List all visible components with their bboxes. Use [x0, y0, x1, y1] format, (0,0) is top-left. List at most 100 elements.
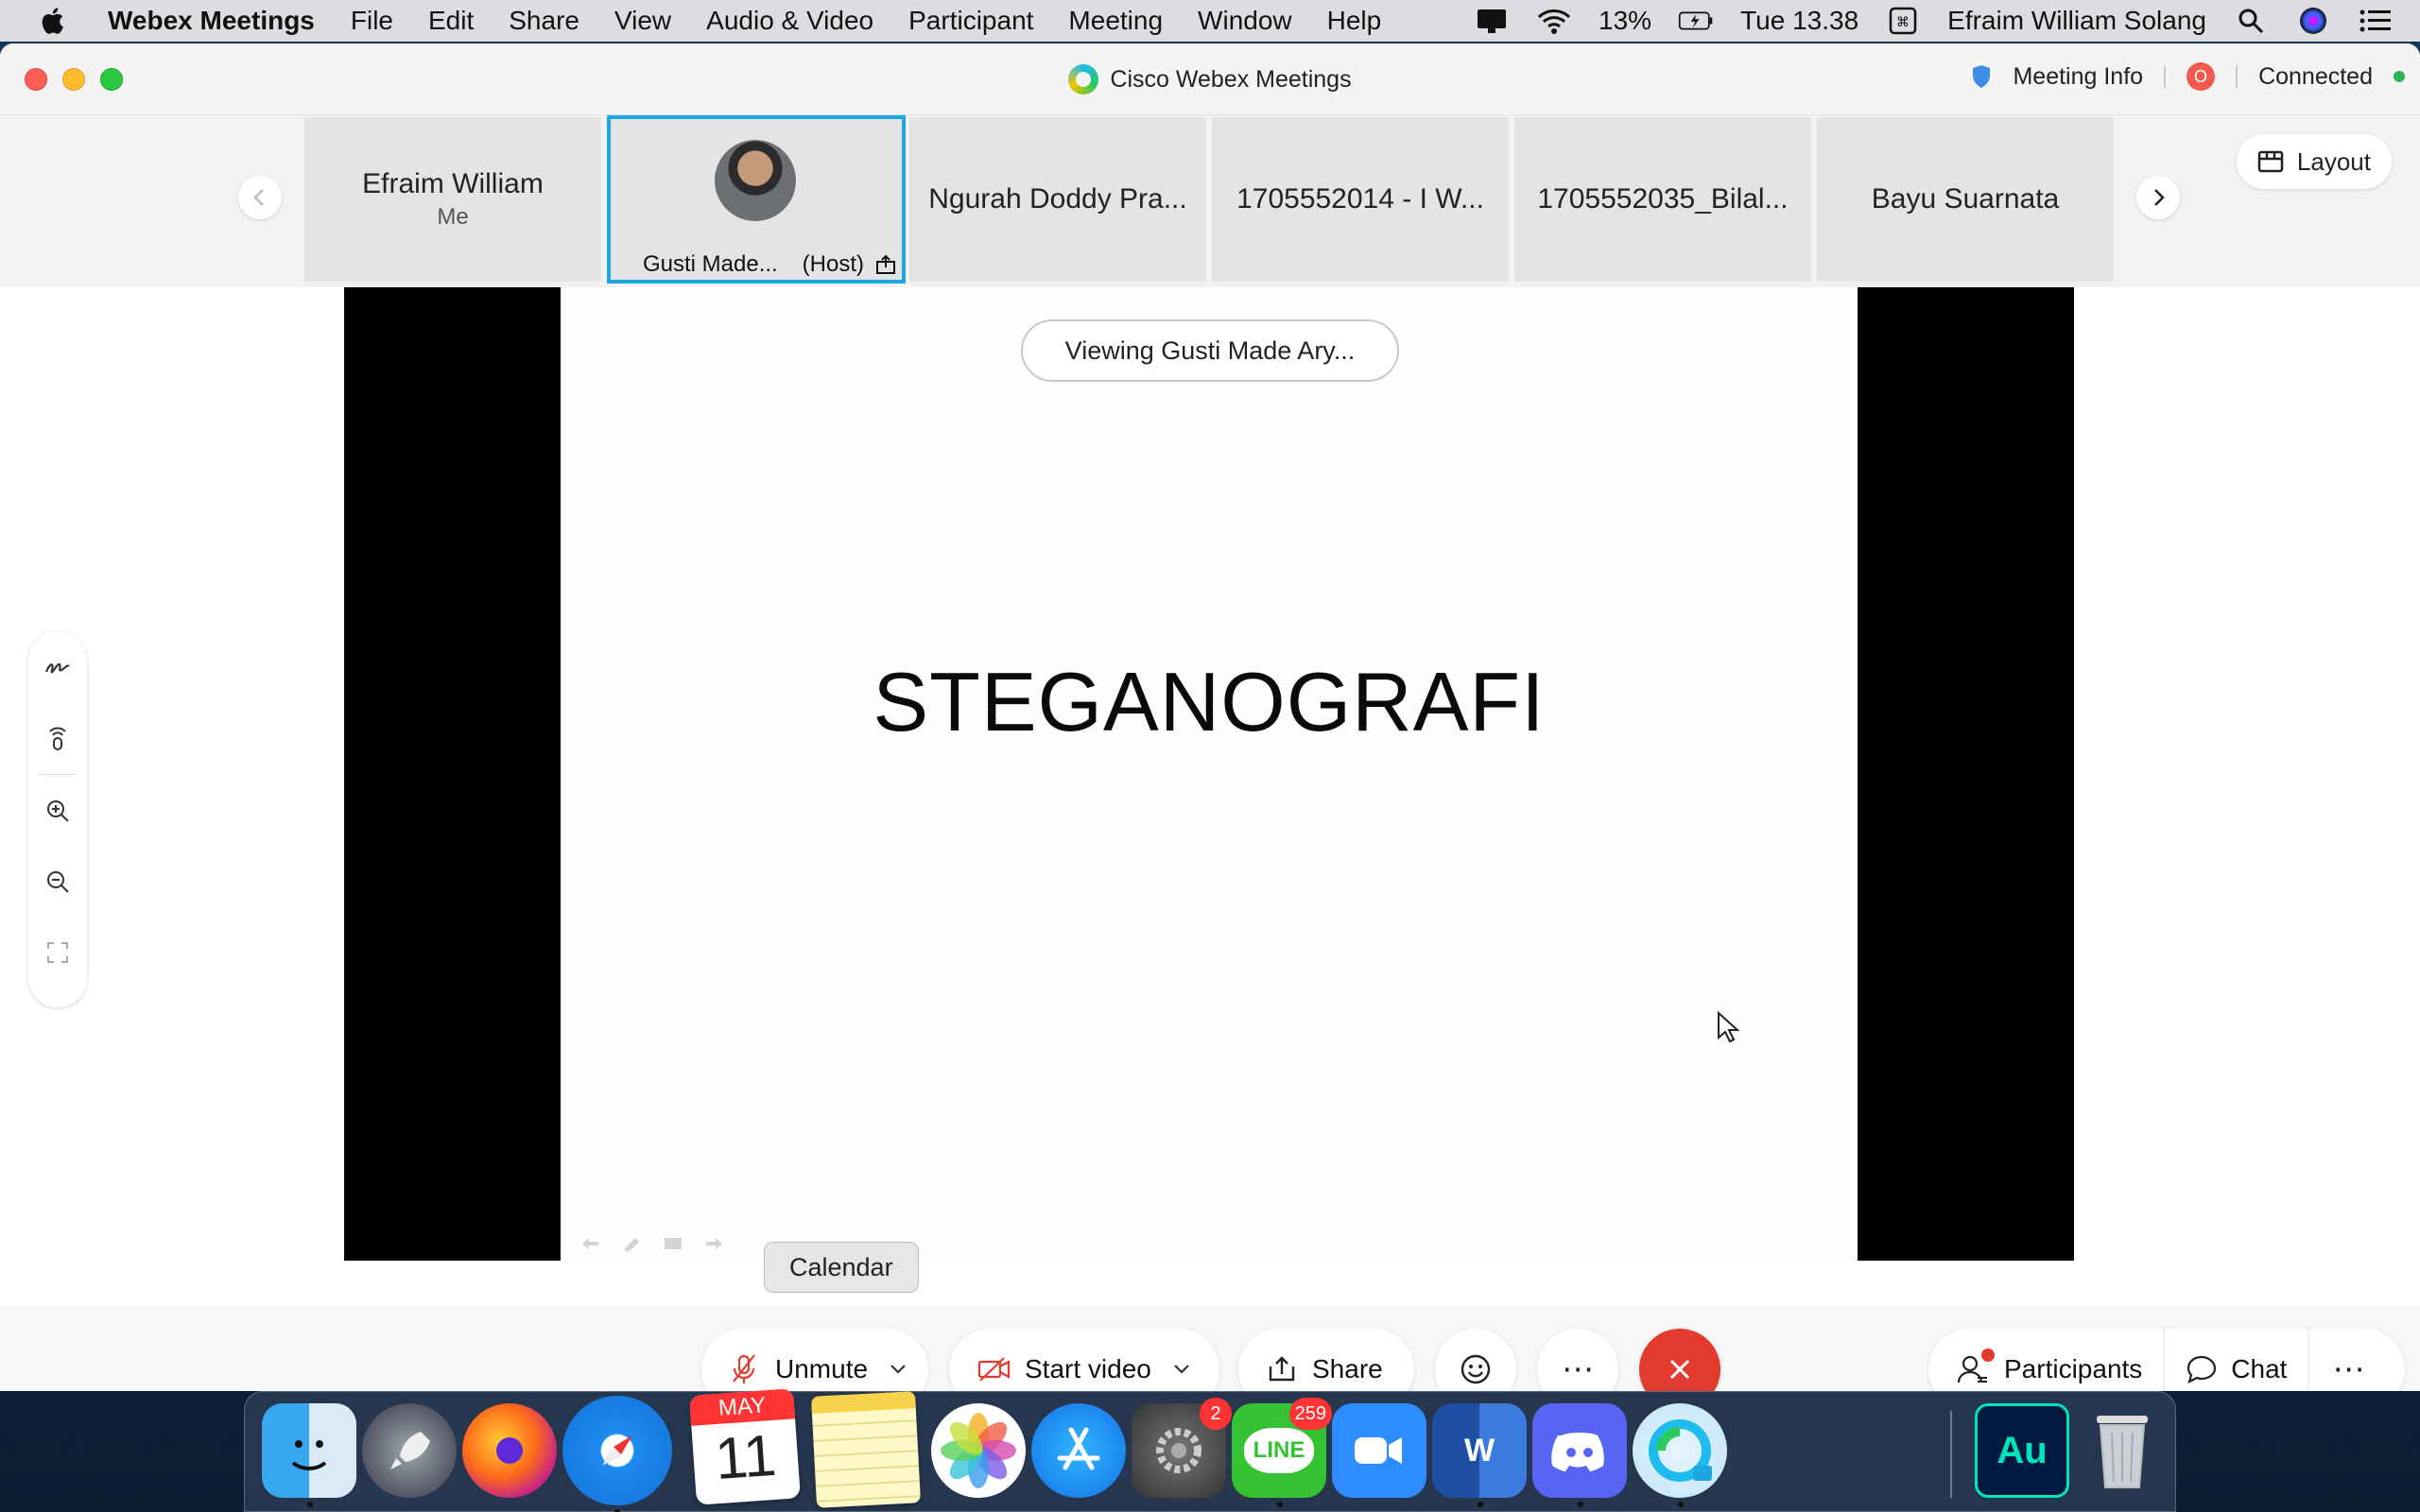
finder-icon[interactable]	[262, 1403, 356, 1507]
running-indicator	[307, 1502, 313, 1507]
annotate-button[interactable]	[39, 650, 77, 683]
app-store-icon[interactable]	[1031, 1403, 1126, 1498]
menu-participant[interactable]: Participant	[908, 6, 1033, 36]
menu-bar: Webex Meetings File Edit Share View Audi…	[0, 0, 2420, 42]
slide-next-icon[interactable]	[704, 1236, 725, 1251]
reactions-button[interactable]	[1435, 1329, 1516, 1391]
running-indicator	[1578, 1502, 1583, 1507]
smiley-icon	[1461, 1354, 1491, 1384]
menu-window[interactable]: Window	[1198, 6, 1292, 36]
pen-icon[interactable]	[621, 1236, 642, 1253]
shield-icon	[1973, 65, 1991, 88]
shared-screen: STEGANOGRAFI	[344, 287, 2074, 1261]
notes-icon[interactable]	[810, 1391, 922, 1508]
discord-icon[interactable]	[1532, 1403, 1627, 1507]
menu-view[interactable]: View	[614, 6, 671, 36]
chevron-down-icon[interactable]	[889, 1363, 908, 1376]
remote-control-button[interactable]	[39, 721, 77, 754]
recording-icon[interactable]: O	[2187, 62, 2216, 91]
notification-center-icon[interactable]	[2358, 7, 2394, 35]
participants-button[interactable]: Participants	[1928, 1329, 2166, 1391]
webex-dock-icon[interactable]	[1633, 1403, 1727, 1507]
separator	[2236, 65, 2238, 88]
chat-button[interactable]: Chat	[2165, 1329, 2310, 1391]
unmute-button[interactable]: Unmute	[701, 1329, 928, 1391]
participant-tile[interactable]: Bayu Suarnata	[1817, 117, 2114, 282]
keyboard-shortcut-icon[interactable]: ⌘	[1885, 7, 1921, 35]
participant-tile[interactable]: 1705552035_Bilal...	[1514, 117, 1811, 282]
chevron-right-icon	[2154, 189, 2165, 206]
more-options-button[interactable]: ⋯	[1537, 1329, 1618, 1391]
menu-file[interactable]: File	[351, 6, 393, 36]
firefox-icon[interactable]	[462, 1403, 557, 1498]
separator	[2164, 65, 2167, 88]
calendar-month: MAY	[689, 1388, 796, 1426]
trash-icon[interactable]	[2075, 1403, 2169, 1498]
mouse-cursor-icon	[1718, 1011, 1739, 1043]
display-icon[interactable]	[1474, 7, 1510, 35]
right-controls-group: Participants Chat ⋯	[1928, 1329, 2405, 1391]
viewing-indicator[interactable]: Viewing Gusti Made Ary...	[1021, 319, 1399, 382]
word-label: W	[1463, 1432, 1495, 1469]
annotate-icon	[44, 662, 70, 673]
participant-tile[interactable]: Ngurah Doddy Pra...	[909, 117, 1206, 282]
start-video-button[interactable]: Start video	[949, 1329, 1219, 1391]
apple-icon[interactable]	[38, 5, 70, 37]
participant-tile[interactable]: 1705552014 - I W...	[1212, 117, 1509, 282]
calendar-day: 11	[713, 1422, 779, 1493]
start-video-label: Start video	[1025, 1354, 1151, 1383]
menu-meeting[interactable]: Meeting	[1068, 6, 1163, 36]
filmstrip-prev-button[interactable]	[238, 176, 282, 219]
participant-name: Gusti Made...	[643, 251, 778, 277]
chevron-down-icon[interactable]	[1172, 1363, 1191, 1376]
clock[interactable]: Tue 13.38	[1740, 6, 1858, 36]
launchpad-icon[interactable]	[362, 1403, 457, 1498]
webex-logo-icon	[1068, 64, 1099, 94]
line-icon[interactable]: LINE 259	[1232, 1398, 1332, 1507]
zoom-in-icon	[47, 799, 69, 822]
share-button[interactable]: Share	[1238, 1329, 1414, 1391]
menu-share[interactable]: Share	[509, 6, 579, 36]
audition-label: Au	[1996, 1429, 2048, 1471]
content-stage: STEGANOGRAFI Viewing Gusti Made Ary...	[0, 287, 2420, 1306]
fit-screen-button[interactable]	[39, 936, 77, 970]
avatar	[715, 140, 796, 221]
title-bar: Cisco Webex Meetings Meeting Info O Conn…	[0, 43, 2420, 115]
zoom-icon[interactable]	[1332, 1403, 1426, 1498]
spotlight-search-icon[interactable]	[2233, 7, 2269, 35]
menu-icon[interactable]	[663, 1236, 683, 1251]
zoom-in-button[interactable]	[39, 794, 77, 827]
system-preferences-icon[interactable]: 2	[1132, 1398, 1232, 1498]
slide-prev-icon[interactable]	[579, 1236, 600, 1251]
running-indicator	[1478, 1502, 1483, 1507]
calendar-icon[interactable]: MAY 11	[689, 1388, 801, 1505]
meeting-info-link[interactable]: Meeting Info	[2013, 63, 2143, 91]
menu-audio-video[interactable]: Audio & Video	[706, 6, 873, 36]
battery-charging-icon[interactable]	[1678, 7, 1714, 35]
menu-edit[interactable]: Edit	[428, 6, 474, 36]
running-indicator	[1678, 1502, 1684, 1507]
line-badge: 259	[1288, 1398, 1332, 1430]
layout-button[interactable]: Layout	[2236, 134, 2392, 189]
filmstrip-next-button[interactable]	[2136, 176, 2180, 219]
leave-meeting-button[interactable]	[1639, 1329, 1720, 1391]
menu-user-name[interactable]: Efraim William Solang	[1947, 6, 2206, 36]
panel-more-button[interactable]: ⋯	[2309, 1329, 2387, 1391]
photos-icon[interactable]	[931, 1403, 1026, 1498]
audition-icon[interactable]: Au	[1975, 1403, 2069, 1498]
participant-tile-active[interactable]: Gusti Made... (Host)	[607, 115, 906, 284]
menu-help[interactable]: Help	[1327, 6, 1382, 36]
zoom-out-button[interactable]	[39, 866, 77, 899]
menu-app-name[interactable]: Webex Meetings	[108, 6, 315, 36]
slide-controls[interactable]	[579, 1236, 725, 1253]
safari-icon[interactable]	[562, 1396, 672, 1512]
running-indicator	[1277, 1502, 1283, 1507]
word-icon[interactable]: W	[1432, 1403, 1527, 1507]
siri-icon[interactable]	[2295, 7, 2331, 35]
connection-status: Connected	[2258, 62, 2373, 90]
wifi-icon[interactable]	[1536, 7, 1572, 35]
line-label: LINE	[1243, 1428, 1315, 1473]
close-icon	[1669, 1359, 1690, 1380]
dock-tooltip: Calendar	[764, 1242, 919, 1293]
participant-tile[interactable]: Efraim William Me	[304, 117, 601, 282]
